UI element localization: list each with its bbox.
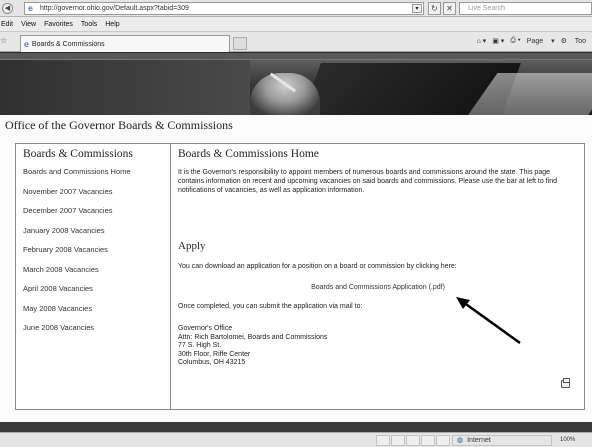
gear-icon: ⚙ [560,38,567,45]
status-cell [421,435,435,446]
tools-menu-label: Too [574,38,586,45]
command-bar: ⌂ ▾ ▣ ▾ ⎙ ▾ Page ▾ ⚙ Too [477,37,592,45]
sidebar-item-jun-2008[interactable]: June 2008 Vacancies [23,323,170,343]
menu-tools[interactable]: Tools [81,21,97,28]
sidebar-item-home[interactable]: Boards and Commissions Home [23,167,170,187]
apply-paragraph: You can download an application for a po… [178,263,457,270]
url-field[interactable]: e http://governor.ohio.gov/Default.aspx?… [24,2,424,15]
tools-menu[interactable]: ⚙ Too [561,37,592,45]
main-heading: Boards & Commissions Home [178,148,319,160]
url-text: http://governor.ohio.gov/Default.aspx?ta… [40,5,189,12]
page-menu[interactable]: Page ▾ [527,37,555,45]
mailing-address: Governor's Office Attn: Rich Bartolomei,… [178,325,578,368]
sidebar-item-mar-2008[interactable]: March 2008 Vacancies [23,265,170,285]
main-content: Boards & Commissions Home It is the Gove… [178,144,578,409]
page-menu-label: Page [526,38,544,45]
stop-icon[interactable]: ✕ [443,2,456,15]
sidebar-item-feb-2008[interactable]: February 2008 Vacancies [23,245,170,265]
status-cell [406,435,420,446]
refresh-icon[interactable]: ↻ [428,2,441,15]
banner-background [0,60,250,115]
page-footer [0,422,592,432]
header-banner [0,53,592,115]
sidebar-item-may-2008[interactable]: May 2008 Vacancies [23,304,170,324]
address-line: 77 S. High St. [178,342,222,349]
feeds-icon[interactable]: ▣ ▾ [492,37,504,45]
zoom-level[interactable]: 100% [560,435,592,446]
back-arrow-icon[interactable]: ◀ [2,2,13,14]
home-icon[interactable]: ⌂ ▾ [477,37,487,45]
sidebar-item-nov-2007[interactable]: November 2007 Vacancies [23,187,170,207]
application-pdf-link[interactable]: Boards and Commissions Application (.pdf… [178,284,578,291]
status-cell [376,435,390,446]
new-tab-button[interactable] [233,37,247,50]
ie-logo-icon: e [28,4,33,13]
address-bar: ◀ e http://governor.ohio.gov/Default.asp… [0,0,592,17]
tab-title: Boards & Commissions [31,40,105,48]
print-menu-icon[interactable]: ⎙ ▾ [510,37,521,45]
favorites-star-icon[interactable]: ☆ [0,36,7,45]
banner-photo-hands [250,73,320,115]
address-line: Columbus, OH 43215 [178,359,246,366]
menu-edit[interactable]: Edit [1,21,13,28]
address-line: 30th Floor, Riffe Center [178,350,251,358]
ie-logo-icon: e [24,39,29,49]
page-title: Office of the Governor Boards & Commissi… [5,118,233,132]
status-cell [391,435,405,446]
sidebar: Boards & Commissions Boards and Commissi… [16,144,171,409]
search-input[interactable]: Live Search [459,2,592,15]
address-line: Governor's Office [178,325,233,332]
dropdown-arrow-icon[interactable]: ▾ [412,4,422,13]
tab-bar: ☆ e Boards & Commissions ⌂ ▾ ▣ ▾ ⎙ ▾ Pag… [0,32,592,52]
sidebar-item-dec-2007[interactable]: December 2007 Vacancies [23,206,170,226]
menu-help[interactable]: Help [105,21,119,28]
status-cell [436,435,450,446]
tab-boards-commissions[interactable]: e Boards & Commissions [20,35,230,52]
sidebar-item-jan-2008[interactable]: January 2008 Vacancies [23,226,170,246]
mail-paragraph: Once completed, you can submit the appli… [178,303,363,310]
apply-heading: Apply [178,240,206,252]
address-line: Attn: Rich Bartolomei, Boards and Commis… [178,333,328,341]
printer-icon[interactable] [561,378,570,388]
status-bar: ◍ Internet 100% [0,432,592,447]
menu-bar: Edit View Favorites Tools Help [0,17,592,32]
globe-icon: ◍ [457,436,464,444]
sidebar-item-apr-2008[interactable]: April 2008 Vacancies [23,284,170,304]
page-content: Office of the Governor Boards & Commissi… [0,115,592,422]
top-nav-strip [0,53,592,60]
menu-view[interactable]: View [21,21,36,28]
sidebar-heading: Boards & Commissions [23,148,133,160]
zone-label: Internet [467,437,491,444]
menu-favorites[interactable]: Favorites [44,21,73,28]
content-box: Boards & Commissions Boards and Commissi… [15,143,585,410]
security-zone[interactable]: ◍ Internet [452,435,552,446]
intro-paragraph: It is the Governor's responsibility to a… [178,169,557,194]
